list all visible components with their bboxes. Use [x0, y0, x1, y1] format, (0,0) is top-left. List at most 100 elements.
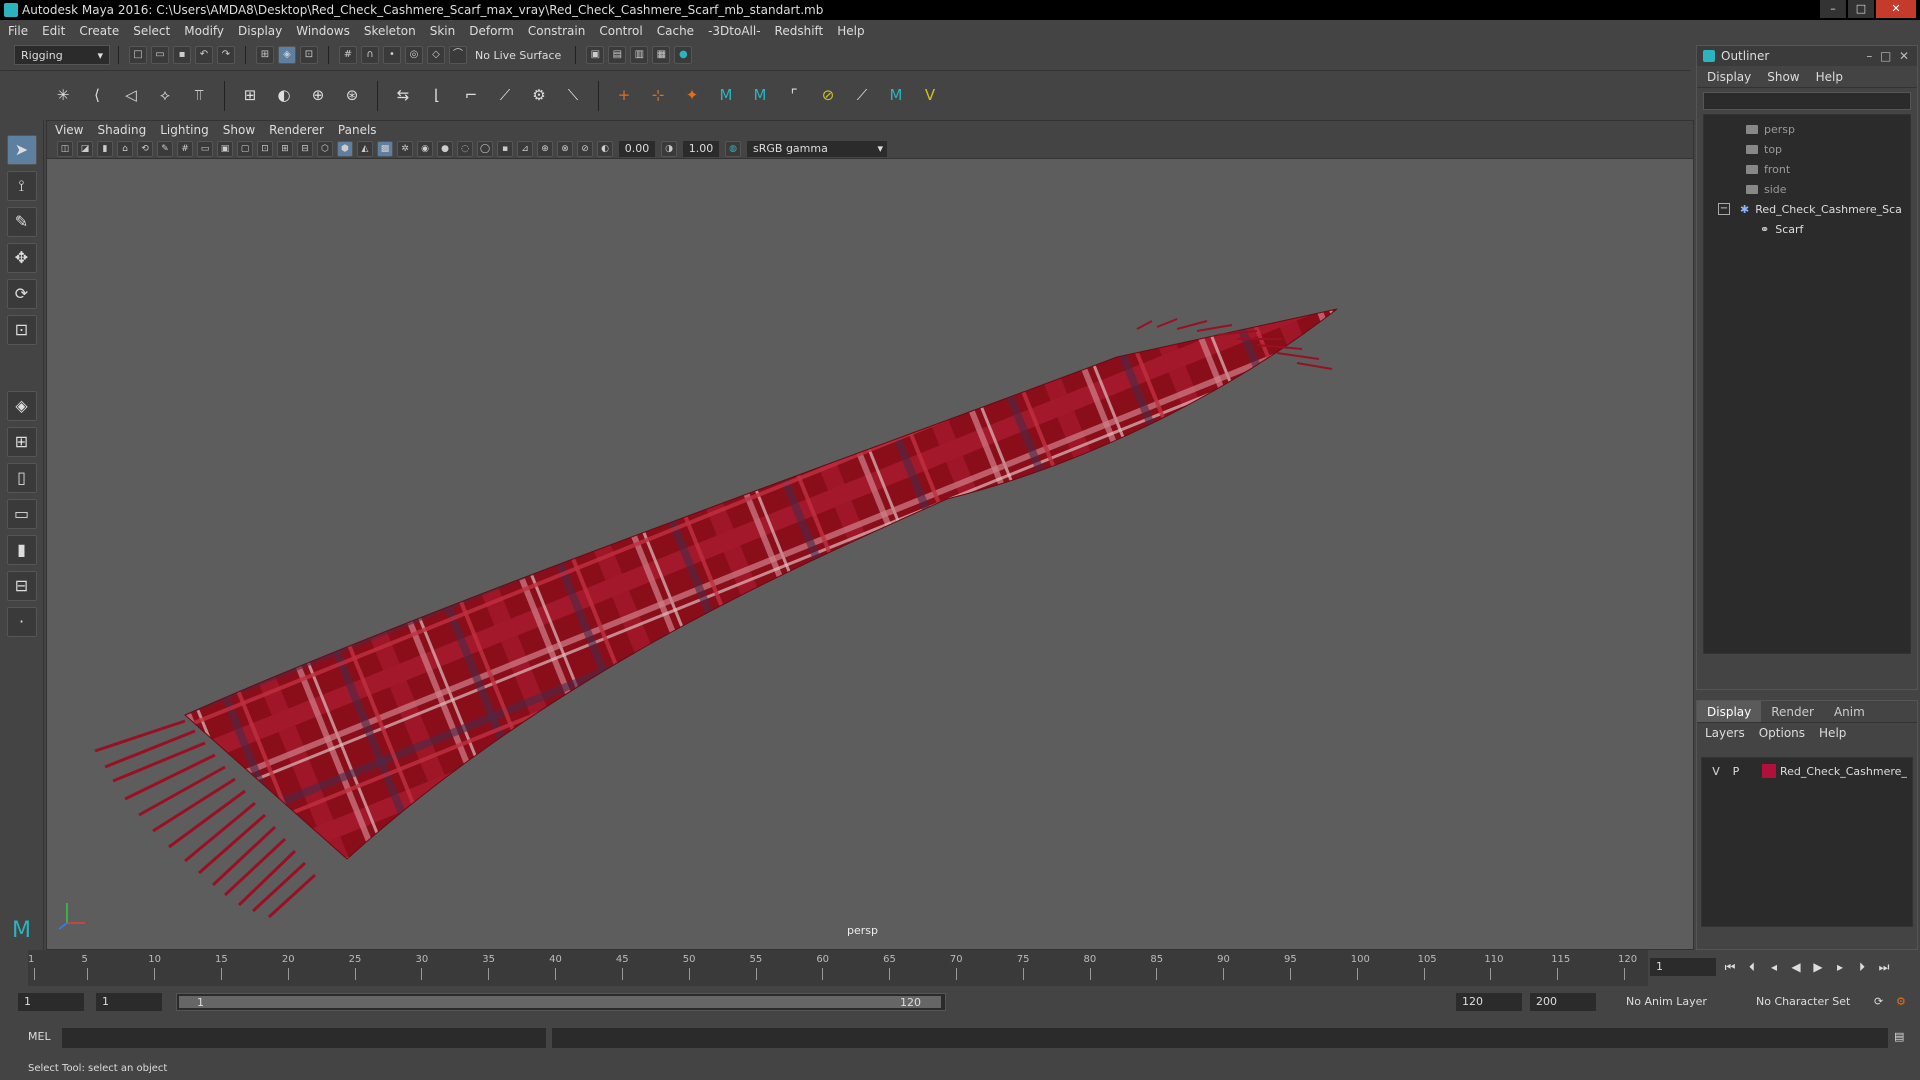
outliner-item-scarf[interactable]: ⚭ Scarf	[1704, 219, 1910, 239]
tab-anim[interactable]: Anim	[1824, 701, 1875, 722]
vp-menu-show[interactable]: Show	[223, 123, 255, 137]
minimize-button[interactable]: –	[1820, 0, 1846, 18]
set-driven-key-icon[interactable]: ⊘	[814, 82, 842, 110]
preferences-icon[interactable]: ⚙	[1896, 993, 1914, 1011]
ik-spline-icon[interactable]: ⟡	[151, 82, 179, 110]
xray-components-icon[interactable]: ⊘	[577, 140, 593, 157]
menu-control[interactable]: Control	[599, 24, 642, 38]
menu-display[interactable]: Display	[238, 24, 282, 38]
close-button[interactable]: ✕	[1876, 0, 1916, 18]
layer-playback-toggle[interactable]: P	[1726, 765, 1746, 778]
snap-view-icon[interactable]: ◎	[405, 46, 423, 64]
render-frame-icon[interactable]: ▤	[608, 46, 627, 64]
redo-icon[interactable]: ↷	[217, 46, 235, 64]
character-icon[interactable]: M	[882, 82, 910, 110]
menu-select[interactable]: Select	[133, 24, 170, 38]
layout-graph-icon[interactable]: ▮	[6, 535, 37, 565]
orient-constraint-icon[interactable]: M	[712, 82, 740, 110]
grid-icon[interactable]: #	[177, 140, 193, 157]
menu-file[interactable]: File	[8, 24, 28, 38]
menu-cache[interactable]: Cache	[657, 24, 694, 38]
exposure-icon[interactable]: ◐	[597, 140, 613, 157]
playback-start-field[interactable]: 1	[96, 993, 162, 1011]
cluster-icon[interactable]: ◐	[270, 82, 298, 110]
xray-joints-icon[interactable]: ⊗	[557, 140, 573, 157]
ik-handle-icon[interactable]: ◁	[117, 82, 145, 110]
step-forward-frame-icon[interactable]: ▸	[1832, 958, 1848, 976]
auto-key-icon[interactable]: ⟳	[1874, 993, 1892, 1011]
viewport-scene[interactable]: persp	[47, 159, 1693, 949]
bind-skin-icon[interactable]: ⇆	[389, 82, 417, 110]
detach-skin-icon[interactable]: ⟍	[559, 82, 587, 110]
render-settings-icon[interactable]: ▦	[652, 46, 671, 64]
make-live-icon[interactable]: ⌒	[449, 46, 467, 64]
outliner-item-side[interactable]: side	[1704, 179, 1910, 199]
depth-of-field-icon[interactable]: ▪	[497, 140, 513, 157]
gamma-field[interactable]: 1.00	[683, 140, 719, 157]
wireframe-icon[interactable]: ⬡	[317, 140, 333, 157]
select-component-icon[interactable]: ⊡	[300, 46, 318, 64]
gamma-icon[interactable]: ◑	[661, 140, 677, 157]
layer-visibility-toggle[interactable]: V	[1706, 765, 1726, 778]
snap-point-icon[interactable]: •	[383, 46, 401, 64]
outliner-item-group[interactable]: − ✱ Red_Check_Cashmere_Sca	[1704, 199, 1910, 219]
select-hierarchy-icon[interactable]: ⊞	[256, 46, 274, 64]
safe-title-icon[interactable]: ⊟	[297, 140, 313, 157]
vp-menu-renderer[interactable]: Renderer	[269, 123, 324, 137]
time-ruler[interactable]: 1 5 10 15 20 25 30 35 40 45 50 55 60 65 70 75 80 85 90 95 10…	[28, 950, 1648, 986]
hypershade-icon[interactable]: ●	[674, 46, 693, 64]
point-constraint-icon[interactable]: ⊹	[644, 82, 672, 110]
select-object-icon[interactable]: ◈	[278, 46, 296, 64]
layout-four-icon[interactable]: ⊞	[6, 427, 37, 457]
layout-hypershade-icon[interactable]: ⊟	[6, 571, 37, 601]
vp-menu-view[interactable]: View	[55, 123, 83, 137]
anti-aliasing-icon[interactable]: ◯	[477, 140, 493, 157]
range-slider-handle[interactable]: 1 120	[179, 996, 941, 1009]
ipr-render-icon[interactable]: ▥	[630, 46, 649, 64]
menu-skeleton[interactable]: Skeleton	[364, 24, 416, 38]
textured-icon[interactable]: ▩	[377, 140, 393, 157]
undo-icon[interactable]: ↶	[195, 46, 213, 64]
ambient-occlusion-icon[interactable]: ●	[437, 140, 453, 157]
layout-two-icon[interactable]: ▯	[6, 463, 37, 493]
exposure-field[interactable]: 0.00	[619, 140, 655, 157]
collapse-icon[interactable]: −	[1718, 203, 1730, 215]
influence-icon[interactable]: ⚙	[525, 82, 553, 110]
range-slider[interactable]: 1 120	[176, 993, 946, 1011]
bookmark-icon[interactable]: ▮	[97, 140, 113, 157]
end-time-field[interactable]: 200	[1530, 993, 1596, 1011]
save-scene-icon[interactable]: ▪	[173, 46, 191, 64]
play-forward-icon[interactable]: ▶	[1810, 958, 1826, 976]
menu-deform[interactable]: Deform	[469, 24, 514, 38]
wireframe-on-shaded-icon[interactable]: ◭	[357, 140, 373, 157]
vp-menu-panels[interactable]: Panels	[338, 123, 377, 137]
vp-menu-shading[interactable]: Shading	[97, 123, 146, 137]
grease-pencil-icon[interactable]: ✎	[157, 140, 173, 157]
resolution-gate-icon[interactable]: ▣	[217, 140, 233, 157]
2d-pan-icon[interactable]: ⟲	[137, 140, 153, 157]
image-plane-icon[interactable]: ⌂	[117, 140, 133, 157]
anim-layer-dropdown[interactable]: No Anim Layer	[1620, 993, 1736, 1011]
layer-row[interactable]: V P Red_Check_Cashmere_	[1706, 762, 1908, 780]
outliner-menu-show[interactable]: Show	[1767, 70, 1799, 84]
layer-menu-layers[interactable]: Layers	[1705, 726, 1745, 740]
lasso-tool-icon[interactable]: ⟟	[6, 171, 37, 201]
field-chart-icon[interactable]: ⊡	[257, 140, 273, 157]
paint-weights-icon[interactable]: ⟋	[491, 82, 519, 110]
render-view-icon[interactable]: ▣	[586, 46, 605, 64]
smooth-shade-icon[interactable]: ⬢	[337, 140, 353, 157]
tab-display[interactable]: Display	[1697, 701, 1762, 722]
layout-outliner-icon[interactable]: ▭	[6, 499, 37, 529]
command-language-label[interactable]: MEL	[28, 1030, 51, 1043]
viewport-panel[interactable]: View Shading Lighting Show Renderer Pane…	[46, 120, 1694, 950]
menu-redshift[interactable]: Redshift	[775, 24, 824, 38]
shadows-icon[interactable]: ◉	[417, 140, 433, 157]
snap-surface-icon[interactable]: ◇	[427, 46, 445, 64]
step-forward-key-icon[interactable]: ⏵	[1854, 958, 1870, 976]
lights-icon[interactable]: ✲	[397, 140, 413, 157]
go-to-start-icon[interactable]: ⏮	[1722, 958, 1738, 976]
safe-action-icon[interactable]: ⊞	[277, 140, 293, 157]
camera-icon[interactable]: ◫	[57, 140, 73, 157]
snap-curve-icon[interactable]: ∩	[361, 46, 379, 64]
new-scene-icon[interactable]: □	[129, 46, 147, 64]
